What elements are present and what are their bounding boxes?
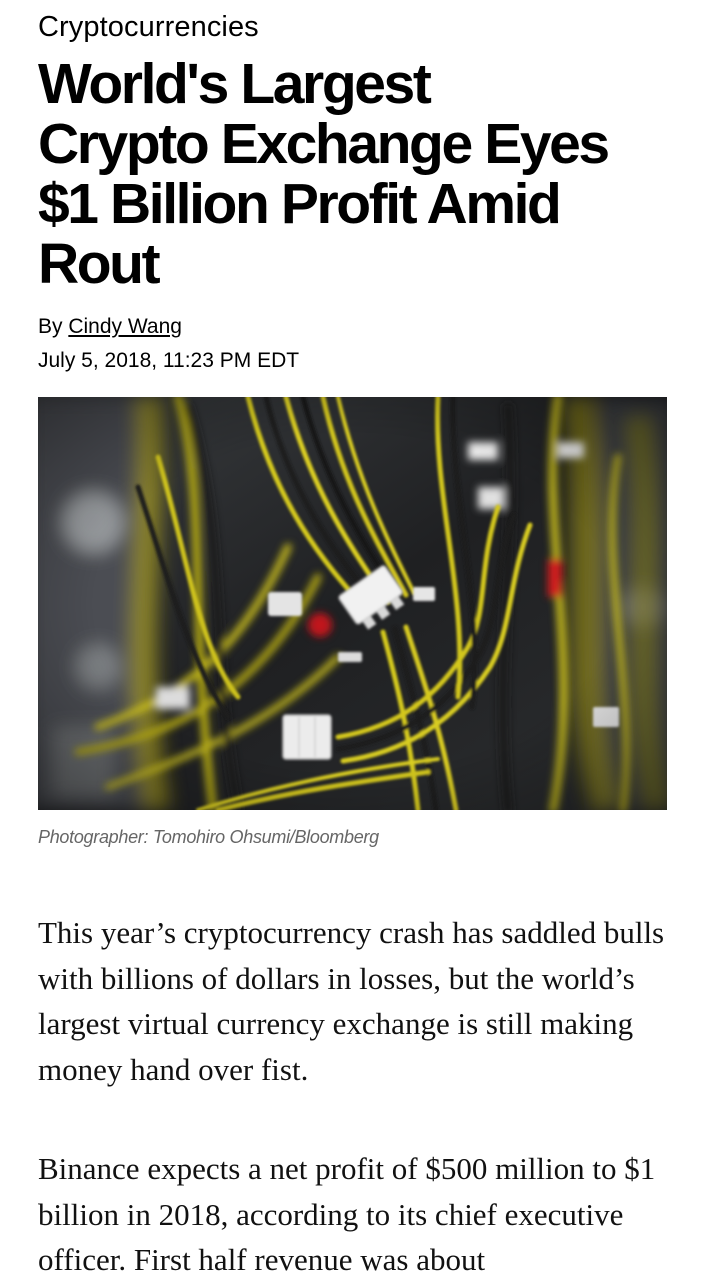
article-photo xyxy=(38,397,667,810)
photo-caption: Photographer: Tomohiro Ohsumi/Bloomberg xyxy=(38,827,379,847)
byline: By Cindy Wang xyxy=(38,312,182,342)
cables-photo-icon xyxy=(38,397,667,810)
article-paragraph: Binance expects a net profit of $500 mil… xyxy=(38,1151,656,1277)
article-page: Cryptocurrencies World's Largest Crypto … xyxy=(0,0,705,1280)
author-link[interactable]: Cindy Wang xyxy=(68,315,182,338)
article-paragraph: This year’s cryptocurrency crash has sad… xyxy=(38,915,665,1087)
section-link[interactable]: Cryptocurrencies xyxy=(38,8,259,46)
headline-line: Rout xyxy=(38,232,161,296)
headline-line: World's Largest xyxy=(38,52,432,116)
byline-prefix: By xyxy=(38,315,69,338)
headline-line: Crypto Exchange Eyes xyxy=(38,112,610,176)
headline: World's Largest Crypto Exchange Eyes $1 … xyxy=(38,54,678,294)
headline-line: $1 Billion Profit Amid xyxy=(38,172,562,236)
publish-date: July 5, 2018, 11:23 PM EDT xyxy=(38,349,300,372)
